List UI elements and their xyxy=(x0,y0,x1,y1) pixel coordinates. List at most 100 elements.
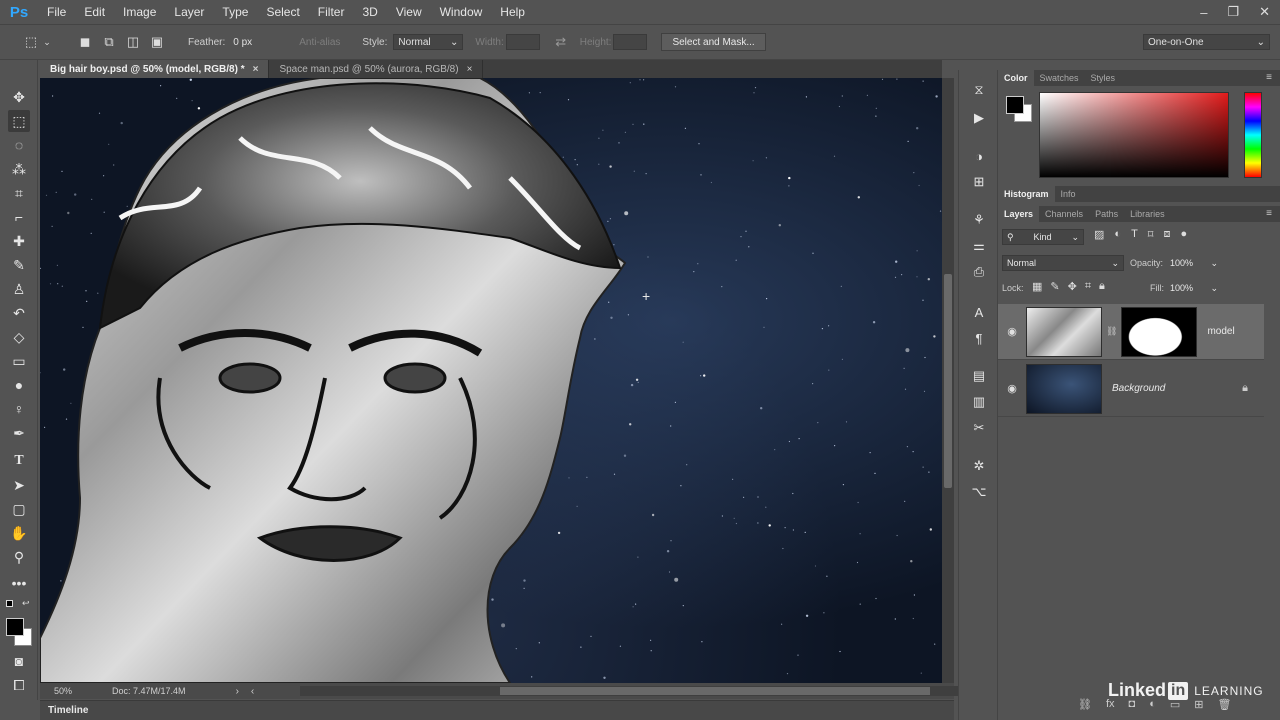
tab-layers[interactable]: Layers xyxy=(998,206,1040,222)
feather-input[interactable]: 0 px xyxy=(229,34,279,50)
rectangular-marquee-tool-icon[interactable]: ⬚ xyxy=(8,110,30,132)
hand-tool-icon[interactable]: ✋ xyxy=(8,522,30,544)
lasso-tool-icon[interactable]: ◌ xyxy=(8,134,30,156)
panel-menu-icon[interactable]: ≡ xyxy=(1266,208,1272,219)
dodge-tool-icon[interactable]: ♀ xyxy=(8,398,30,420)
opacity-input[interactable]: 100% ⌄ xyxy=(1170,255,1218,271)
menu-view[interactable]: View xyxy=(387,0,431,24)
tab-histogram[interactable]: Histogram xyxy=(998,186,1055,202)
brush-tool-icon[interactable]: ✎ xyxy=(8,254,30,276)
clone-stamp-tool-icon[interactable]: ♙ xyxy=(8,278,30,300)
scroll-left-icon[interactable]: ‹ xyxy=(251,686,254,697)
character-icon[interactable]: A xyxy=(969,302,989,322)
layer-comps-icon[interactable]: ▤ xyxy=(969,366,989,386)
fill-input[interactable]: 100% ⌄ xyxy=(1170,280,1218,296)
menu-layer[interactable]: Layer xyxy=(165,0,213,24)
scroll-thumb[interactable] xyxy=(944,274,952,488)
workspace-select[interactable]: One-on-One ⌄ xyxy=(1143,34,1270,50)
healing-brush-tool-icon[interactable]: ✚ xyxy=(8,230,30,252)
quick-mask-icon[interactable]: ◙ xyxy=(8,650,30,672)
vertical-scrollbar[interactable] xyxy=(942,78,954,683)
lock-pixels-icon[interactable]: ✎ xyxy=(1050,280,1059,293)
eraser-tool-icon[interactable]: ◇ xyxy=(8,326,30,348)
shape-filter-icon[interactable]: ⌑ xyxy=(1148,228,1154,241)
move-tool-icon[interactable]: ✥ xyxy=(8,86,30,108)
tab-swatches[interactable]: Swatches xyxy=(1034,70,1085,86)
visibility-eye-icon[interactable]: ◉ xyxy=(998,325,1026,338)
scroll-thumb[interactable] xyxy=(500,687,930,695)
tab-paths[interactable]: Paths xyxy=(1089,206,1124,222)
layer-name[interactable]: model xyxy=(1207,326,1234,337)
tab-space-man[interactable]: Space man.psd @ 50% (aurora, RGB/8) × xyxy=(269,60,484,78)
zoom-tool-icon[interactable]: ⚲ xyxy=(8,546,30,568)
close-button[interactable]: ✕ xyxy=(1259,4,1270,20)
clone-source-icon[interactable]: ⎙ xyxy=(969,262,989,282)
menu-help[interactable]: Help xyxy=(491,0,534,24)
brush-settings-icon[interactable]: ⚌ xyxy=(969,236,989,256)
magic-wand-tool-icon[interactable]: ⁂ xyxy=(8,158,30,180)
pixel-filter-icon[interactable]: ▨ xyxy=(1094,228,1104,241)
filter-toggle-icon[interactable]: ● xyxy=(1180,228,1187,241)
adjustment-filter-icon[interactable]: ◐ xyxy=(1114,228,1121,241)
smart-object-filter-icon[interactable]: ⧈ xyxy=(1163,228,1170,241)
menu-3d[interactable]: 3D xyxy=(353,0,386,24)
history-brush-tool-icon[interactable]: ↶ xyxy=(8,302,30,324)
antialias-checkbox[interactable]: Anti-alias xyxy=(299,37,340,48)
preset-chevron-down-icon[interactable]: ⌄ xyxy=(38,33,56,51)
eyedropper-tool-icon[interactable]: ⌐ xyxy=(8,206,30,228)
swap-colors-icon[interactable]: ↩ xyxy=(22,598,30,609)
tab-libraries[interactable]: Libraries xyxy=(1124,206,1171,222)
lock-position-icon[interactable]: ✥ xyxy=(1068,280,1077,293)
style-select[interactable]: Normal ⌄ xyxy=(393,34,464,50)
tab-big-hair-boy[interactable]: Big hair boy.psd @ 50% (model, RGB/8) * … xyxy=(40,60,270,78)
tab-styles[interactable]: Styles xyxy=(1085,70,1122,86)
document-canvas[interactable]: + xyxy=(40,78,942,683)
restore-button[interactable]: ❐ xyxy=(1227,4,1239,20)
subtract-selection-icon[interactable]: ◫ xyxy=(124,33,142,51)
layer-row-background[interactable]: ◉ Background 🔒︎ xyxy=(998,361,1264,417)
blend-mode-select[interactable]: Normal ⌄ xyxy=(1002,255,1124,271)
menu-edit[interactable]: Edit xyxy=(75,0,114,24)
foreground-color-swatch[interactable] xyxy=(6,618,24,636)
layer-filter-select[interactable]: ⚲ Kind ⌄ xyxy=(1002,229,1084,245)
paths-icon[interactable]: ⌥ xyxy=(969,482,989,502)
tab-channels[interactable]: Channels xyxy=(1039,206,1089,222)
layer-mask-thumbnail[interactable] xyxy=(1121,306,1198,357)
swap-dimensions-icon[interactable]: ⇄ xyxy=(552,33,570,51)
close-icon[interactable]: × xyxy=(253,64,259,75)
properties-icon[interactable]: ⊞ xyxy=(969,172,989,192)
timeline-panel-tab[interactable]: Timeline xyxy=(40,700,954,720)
menu-image[interactable]: Image xyxy=(114,0,165,24)
link-layers-icon[interactable]: ⛓ xyxy=(1078,698,1092,711)
actions-play-icon[interactable]: ▶ xyxy=(969,108,989,128)
lock-all-icon[interactable]: 🔒︎ xyxy=(1099,280,1105,293)
close-icon[interactable]: × xyxy=(467,64,473,75)
paragraph-icon[interactable]: ¶ xyxy=(969,328,989,348)
foreground-color-swatch[interactable] xyxy=(1006,96,1024,114)
tool-presets-icon[interactable]: ✂ xyxy=(969,418,989,438)
width-input[interactable] xyxy=(505,34,540,50)
tab-info[interactable]: Info xyxy=(1055,186,1082,202)
menu-type[interactable]: Type xyxy=(213,0,257,24)
adjustments-icon[interactable]: ◑ xyxy=(969,146,989,166)
layer-name[interactable]: Background xyxy=(1112,383,1165,394)
blur-tool-icon[interactable]: ● xyxy=(8,374,30,396)
menu-file[interactable]: File xyxy=(38,0,75,24)
history-icon[interactable]: ⧖ xyxy=(969,80,989,100)
select-and-mask-button[interactable]: Select and Mask... xyxy=(661,33,766,51)
mask-link-icon[interactable]: ⛓ xyxy=(1106,326,1117,337)
gradient-tool-icon[interactable]: ▭ xyxy=(8,350,30,372)
add-to-selection-icon[interactable]: ⧉ xyxy=(100,33,118,51)
height-input[interactable] xyxy=(613,34,648,50)
visibility-eye-icon[interactable]: ◉ xyxy=(998,382,1026,395)
pen-tool-icon[interactable]: ✒ xyxy=(8,422,30,444)
rectangle-tool-icon[interactable]: ▢ xyxy=(8,498,30,520)
menu-select[interactable]: Select xyxy=(257,0,308,24)
layer-row-model[interactable]: ◉ ⛓ model xyxy=(998,304,1264,360)
hue-slider[interactable] xyxy=(1244,92,1262,178)
new-selection-icon[interactable]: ◼ xyxy=(76,33,94,51)
type-tool-icon[interactable]: T xyxy=(8,450,30,472)
crop-tool-icon[interactable]: ⌗ xyxy=(8,182,30,204)
status-menu-chevron-icon[interactable]: › xyxy=(236,686,239,697)
menu-filter[interactable]: Filter xyxy=(309,0,354,24)
